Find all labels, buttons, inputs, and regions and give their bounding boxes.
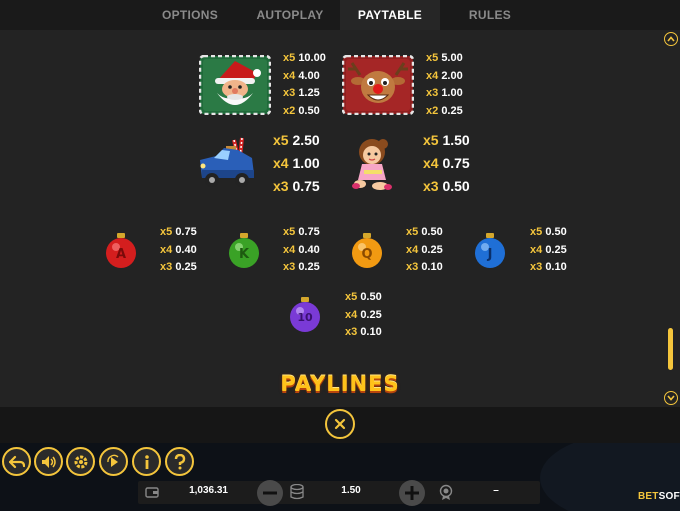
ornament-10-payouts: x5 0.50 x4 0.25 x3 0.10 — [345, 291, 382, 338]
betsoft-logo: BETSOFT — [638, 491, 680, 502]
plus-icon[interactable] — [399, 480, 425, 506]
ornament-a-icon: A — [104, 232, 138, 275]
tab-options[interactable]: OPTIONS — [150, 0, 230, 30]
ornament-q-icon: Q — [350, 232, 384, 275]
tab-paytable[interactable]: PAYTABLE — [340, 0, 440, 30]
santa-symbol-icon — [198, 54, 272, 120]
ornament-q-letter: Q — [361, 247, 372, 262]
minus-icon[interactable] — [257, 480, 283, 506]
win-value: – — [493, 485, 499, 496]
ornament-10-letter: 10 — [297, 311, 313, 324]
bet-value: 1.50 — [341, 485, 361, 496]
ornament-k-letter: K — [239, 247, 250, 262]
tab-bar: OPTIONS AUTOPLAY PAYTABLE RULES — [0, 0, 680, 30]
santa-payouts: x5 10.00 x4 4.00 x3 1.25 x2 0.50 — [283, 52, 326, 117]
scroll-up-icon[interactable] — [664, 32, 678, 46]
sound-icon[interactable] — [34, 447, 63, 476]
help-icon[interactable] — [165, 447, 194, 476]
reindeer-symbol-icon — [341, 54, 415, 120]
ornament-j-payouts: x5 0.50 x4 0.25 x3 0.10 — [530, 226, 567, 273]
play-icon[interactable] — [99, 447, 128, 476]
doll-payouts: x5 1.50 x4 0.75 x3 0.50 — [423, 132, 470, 194]
scroll-down-icon[interactable] — [664, 391, 678, 405]
ornament-a-letter: A — [116, 247, 126, 262]
reindeer-payouts: x5 5.00 x4 2.00 x3 1.00 x2 0.25 — [426, 52, 463, 117]
ornament-a-payouts: x5 0.75 x4 0.40 x3 0.25 — [160, 226, 197, 273]
settings-icon[interactable] — [66, 447, 95, 476]
ornament-k-icon: K — [227, 232, 261, 275]
truck-symbol-icon — [194, 136, 260, 197]
paylines-heading: PAYLINES — [280, 372, 400, 396]
tab-autoplay[interactable]: AUTOPLAY — [250, 0, 330, 30]
ornament-q-payouts: x5 0.50 x4 0.25 x3 0.10 — [406, 226, 443, 273]
control-bar: 1,036.31 1.50 – BETSOFT — [0, 443, 680, 511]
close-icon[interactable] — [325, 409, 355, 439]
ornament-10-icon: 10 — [288, 296, 322, 339]
coins-icon — [290, 483, 304, 505]
doll-symbol-icon — [350, 134, 398, 199]
info-icon[interactable] — [132, 447, 161, 476]
paytable-panel[interactable]: x5 10.00 x4 4.00 x3 1.25 x2 0.50 x5 5.00… — [0, 30, 680, 407]
truck-payouts: x5 2.50 x4 1.00 x3 0.75 — [273, 132, 320, 194]
back-icon[interactable] — [2, 447, 31, 476]
scrollbar-thumb[interactable] — [668, 328, 673, 370]
ornament-j-icon: J — [473, 232, 507, 275]
wallet-icon — [145, 485, 159, 503]
ornament-j-letter: J — [487, 247, 493, 262]
tab-rules[interactable]: RULES — [450, 0, 530, 30]
ornament-k-payouts: x5 0.75 x4 0.40 x3 0.25 — [283, 226, 320, 273]
win-medal-icon — [438, 484, 454, 505]
balance-value: 1,036.31 — [189, 485, 228, 496]
